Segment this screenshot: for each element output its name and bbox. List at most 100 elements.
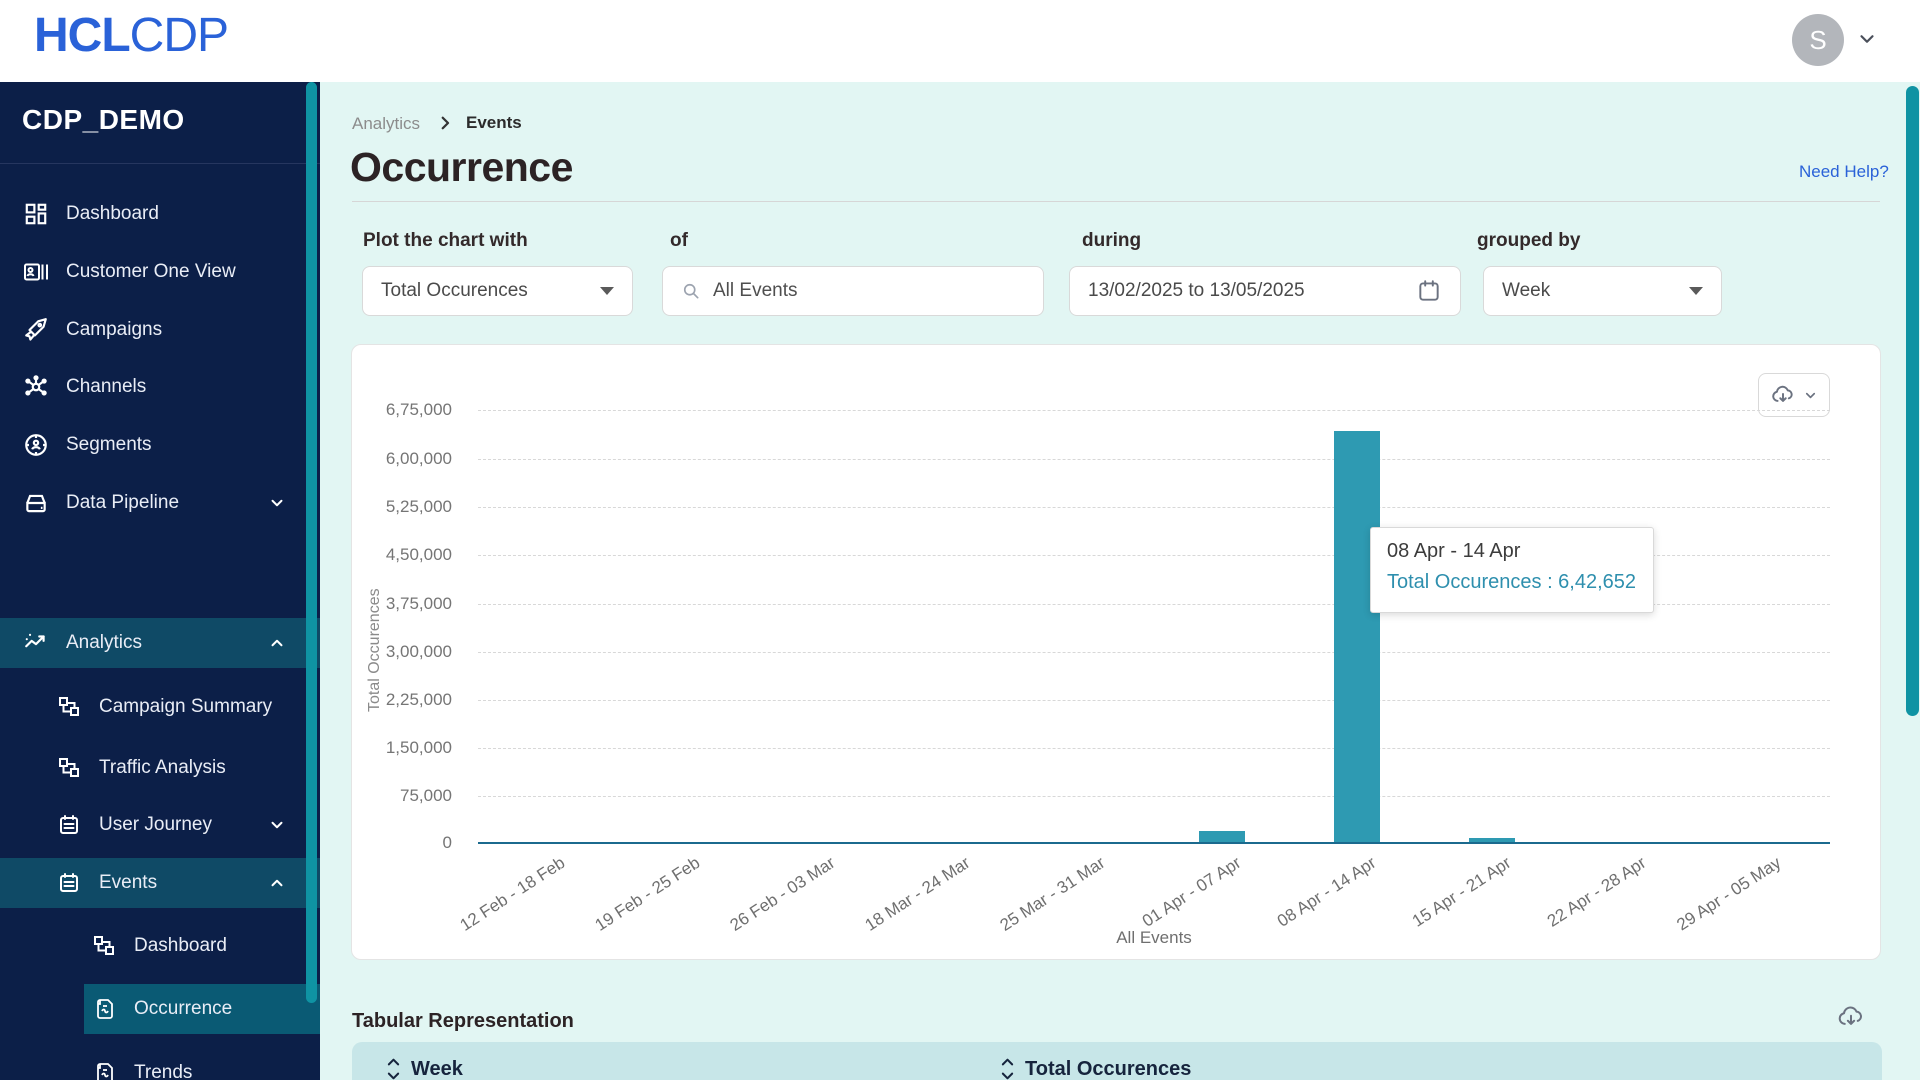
chart-bar[interactable]: [1334, 431, 1380, 843]
hcl-cdp-logo[interactable]: HCLCDP: [34, 8, 229, 63]
y-tick-label: 3,75,000: [385, 594, 452, 613]
grouped-by-value: Week: [1502, 280, 1551, 301]
calendar-icon: [55, 813, 82, 837]
network-icon: [22, 374, 49, 400]
sidebar-item-trends[interactable]: Trends: [0, 1048, 320, 1080]
sidebar-scrollbar[interactable]: [306, 82, 317, 1003]
tooltip-value: Total Occurences : 6,42,652: [1387, 571, 1637, 593]
sidebar-item-label: Dashboard: [134, 935, 227, 956]
y-tick-label: 4,50,000: [385, 545, 452, 564]
sidebar-item-label: Dashboard: [66, 203, 159, 224]
logo-cdp: CDP: [129, 9, 229, 62]
plot-with-label: Plot the chart with: [363, 230, 528, 251]
chevron-down-icon: [268, 816, 286, 834]
report-icon: [90, 1061, 117, 1080]
y-tick-label: 2,25,000: [385, 690, 452, 709]
page-scrollbar[interactable]: [1906, 86, 1919, 716]
y-tick-label: 6,75,000: [385, 400, 452, 419]
chevron-up-icon: [268, 634, 286, 652]
calendar-icon: [55, 871, 82, 895]
gridline: [478, 796, 1830, 797]
table-header-week[interactable]: Week: [386, 1056, 463, 1080]
table-column-label: Total Occurences: [1025, 1057, 1192, 1080]
gridline: [478, 652, 1830, 653]
x-axis-baseline: [478, 842, 1830, 844]
chart-tooltip: 08 Apr - 14 Apr Total Occurences : 6,42,…: [1370, 527, 1654, 613]
caret-down-icon: [600, 287, 614, 295]
cloud-download-icon: [1770, 382, 1796, 408]
page-title: Occurrence: [350, 144, 573, 190]
need-help-link[interactable]: Need Help?: [1799, 162, 1889, 182]
grid-icon: [22, 201, 49, 227]
calendar-icon[interactable]: [1416, 278, 1442, 304]
during-label: during: [1082, 230, 1142, 251]
sidebar-item-label: Traffic Analysis: [99, 757, 226, 778]
sidebar-item-occurrence[interactable]: Occurrence: [84, 984, 320, 1034]
sidebar-item-traffic-analysis[interactable]: Traffic Analysis: [0, 743, 320, 793]
id-card-icon: [22, 259, 49, 285]
sidebar-item-label: Customer One View: [66, 261, 236, 282]
table-download-icon[interactable]: [1836, 1002, 1866, 1032]
gridline: [478, 748, 1830, 749]
segments-icon: [22, 432, 49, 458]
sidebar-item-label: Events: [99, 872, 158, 893]
sidebar-item-label: Trends: [134, 1062, 193, 1080]
analytics-icon: [22, 630, 49, 656]
chevron-down-icon[interactable]: [1856, 28, 1878, 50]
y-tick-label: 6,00,000: [385, 449, 452, 468]
table-header-total-occurences[interactable]: Total Occurences: [1000, 1056, 1191, 1080]
chevron-right-icon: [436, 114, 454, 132]
y-tick-label: 1,50,000: [385, 738, 452, 757]
sidebar-item-segments[interactable]: Segments: [0, 420, 320, 470]
breadcrumb-events: Events: [466, 113, 522, 132]
sitemap-icon: [55, 695, 82, 719]
gridline: [478, 459, 1830, 460]
sort-icon: [386, 1056, 401, 1080]
date-range-value: 13/02/2025 to 13/05/2025: [1088, 280, 1305, 301]
y-tick-label: 0: [442, 833, 452, 852]
sidebar-item-campaign-summary[interactable]: Campaign Summary: [0, 682, 320, 732]
sidebar-item-label: Analytics: [66, 632, 143, 653]
sidebar-item-label: Channels: [66, 376, 147, 397]
sitemap-icon: [55, 756, 82, 780]
top-header: HCLCDP S: [0, 0, 1920, 82]
data-pipeline-icon: [22, 490, 49, 516]
tooltip-title: 08 Apr - 14 Apr: [1387, 540, 1521, 562]
sidebar-item-customer-one-view[interactable]: Customer One View: [0, 247, 320, 297]
sidebar-item-analytics[interactable]: Analytics: [0, 618, 320, 668]
date-range-input[interactable]: 13/02/2025 to 13/05/2025: [1069, 266, 1461, 316]
workspace-name: CDP_DEMO: [22, 104, 185, 135]
table-column-label: Week: [411, 1057, 463, 1080]
breadcrumb-analytics[interactable]: Analytics: [352, 114, 420, 134]
sitemap-icon: [90, 934, 117, 958]
grouped-by-dropdown[interactable]: Week: [1483, 266, 1722, 316]
gridline: [478, 700, 1830, 701]
sidebar-item-user-journey[interactable]: User Journey: [0, 800, 320, 850]
event-search-select[interactable]: All Events: [662, 266, 1044, 316]
chevron-down-icon: [268, 494, 286, 512]
user-avatar[interactable]: S: [1792, 14, 1844, 66]
logo-hcl: HCL: [34, 9, 131, 62]
app-root: HCLCDP S CDP_DEMO Dashboard Customer One…: [0, 0, 1920, 1080]
sidebar-item-label: User Journey: [99, 814, 212, 835]
search-icon: [681, 281, 701, 301]
gridline: [478, 410, 1830, 411]
avatar-initial: S: [1809, 24, 1827, 55]
of-label: of: [670, 230, 688, 251]
sidebar-divider: [0, 163, 320, 164]
plot-with-dropdown[interactable]: Total Occurences: [362, 266, 633, 316]
sidebar-item-events[interactable]: Events: [0, 858, 320, 908]
y-tick-label: 3,00,000: [385, 642, 452, 661]
sidebar-item-events-dashboard[interactable]: Dashboard: [0, 921, 320, 971]
plot-with-value: Total Occurences: [381, 280, 528, 301]
rocket-icon: [22, 317, 49, 343]
sidebar-item-label: Campaigns: [66, 319, 163, 340]
sidebar-item-channels[interactable]: Channels: [0, 362, 320, 412]
sidebar-item-label: Data Pipeline: [66, 492, 180, 513]
y-tick-label: 5,25,000: [385, 497, 452, 516]
sidebar-item-campaigns[interactable]: Campaigns: [0, 305, 320, 355]
sort-icon: [1000, 1056, 1015, 1080]
sidebar-item-dashboard[interactable]: Dashboard: [0, 189, 320, 239]
gridline: [478, 507, 1830, 508]
caret-down-icon: [1689, 287, 1703, 295]
